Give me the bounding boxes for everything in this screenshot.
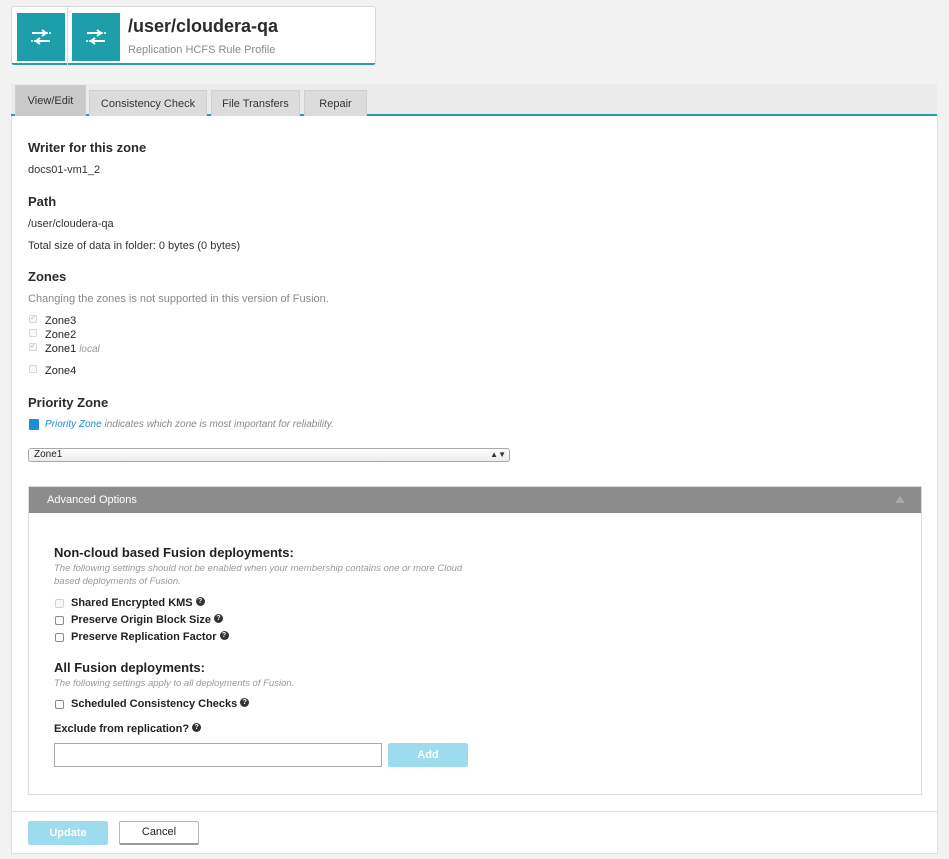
- scheduled-consistency-checks-checkbox[interactable]: [55, 700, 64, 709]
- preserve-replication-factor-label: Preserve Replication Factor?: [71, 631, 229, 643]
- tab-repair[interactable]: Repair: [304, 90, 367, 116]
- tab-file-transfers[interactable]: File Transfers: [211, 90, 300, 116]
- exclude-label: Exclude from replication??: [54, 723, 202, 735]
- update-button[interactable]: Update: [28, 821, 108, 845]
- replication-arrows-icon: [17, 13, 65, 61]
- add-button[interactable]: Add: [388, 743, 468, 767]
- zones-heading: Zones: [28, 269, 67, 284]
- zone1-local-tag: local: [79, 344, 100, 355]
- all-deployments-note: The following settings apply to all depl…: [54, 678, 295, 689]
- exclude-input[interactable]: [54, 743, 382, 767]
- folder-size-text: Total size of data in folder: 0 bytes (0…: [28, 240, 241, 252]
- preserve-origin-block-size-label: Preserve Origin Block Size?: [71, 614, 224, 626]
- help-icon[interactable]: ?: [219, 631, 229, 640]
- book-icon: [29, 419, 39, 430]
- zone1-checkbox: ✓: [29, 343, 37, 351]
- help-icon[interactable]: ?: [192, 723, 202, 732]
- preserve-replication-factor-checkbox[interactable]: [55, 633, 64, 642]
- replication-arrows-icon: [72, 13, 120, 61]
- path-value: /user/cloudera-qa: [28, 218, 114, 230]
- path-heading: Path: [28, 194, 57, 209]
- cancel-button[interactable]: Cancel: [119, 821, 199, 845]
- zone3-checkbox: ✓: [29, 315, 37, 323]
- shared-encrypted-kms-label: Shared Encrypted KMS?: [71, 597, 205, 609]
- help-icon[interactable]: ?: [214, 614, 224, 623]
- main-panel: Writer for this zone docs01-vm1_2 Path /…: [11, 116, 938, 854]
- zone4-checkbox: [29, 365, 37, 373]
- select-arrows-icon: ▲▼: [490, 450, 506, 459]
- tab-view-edit[interactable]: View/Edit: [15, 85, 86, 116]
- priority-zone-heading: Priority Zone: [28, 395, 109, 410]
- noncloud-note: The following settings should not be ena…: [54, 563, 463, 587]
- header-divider: [67, 7, 68, 65]
- all-deployments-heading: All Fusion deployments:: [54, 660, 205, 675]
- help-icon[interactable]: ?: [240, 698, 250, 707]
- priority-zone-link[interactable]: Priority Zone: [45, 419, 102, 430]
- tab-bar: View/Edit Consistency Check File Transfe…: [11, 84, 937, 116]
- zone3-label: Zone3: [45, 315, 77, 327]
- writer-value: docs01-vm1_2: [28, 164, 101, 176]
- advanced-options-panel: Advanced Options Non-cloud based Fusion …: [28, 486, 922, 795]
- help-icon[interactable]: ?: [195, 597, 205, 606]
- zone2-label: Zone2: [45, 329, 77, 341]
- header-card: /user/cloudera-qa Replication HCFS Rule …: [11, 6, 376, 65]
- writer-heading: Writer for this zone: [28, 140, 147, 155]
- tab-consistency-check[interactable]: Consistency Check: [89, 90, 207, 116]
- zone2-checkbox: [29, 329, 37, 337]
- zone4-label: Zone4: [45, 365, 77, 377]
- advanced-options-header[interactable]: Advanced Options: [29, 487, 921, 513]
- shared-encrypted-kms-checkbox[interactable]: [55, 599, 64, 608]
- zones-note: Changing the zones is not supported in t…: [28, 293, 329, 305]
- page-subtitle: Replication HCFS Rule Profile: [128, 44, 276, 56]
- scheduled-consistency-checks-label: Scheduled Consistency Checks?: [71, 698, 250, 710]
- priority-zone-description: Priority Zone indicates which zone is mo…: [45, 419, 334, 430]
- priority-zone-select[interactable]: Zone1 ▲▼: [28, 448, 510, 462]
- collapse-caret-icon[interactable]: [895, 496, 905, 503]
- zone1-label: Zone1 local: [45, 343, 100, 355]
- page-title: /user/cloudera-qa: [128, 16, 279, 36]
- form-footer: Update Cancel: [12, 811, 937, 853]
- noncloud-heading: Non-cloud based Fusion deployments:: [54, 545, 294, 560]
- preserve-origin-block-size-checkbox[interactable]: [55, 616, 64, 625]
